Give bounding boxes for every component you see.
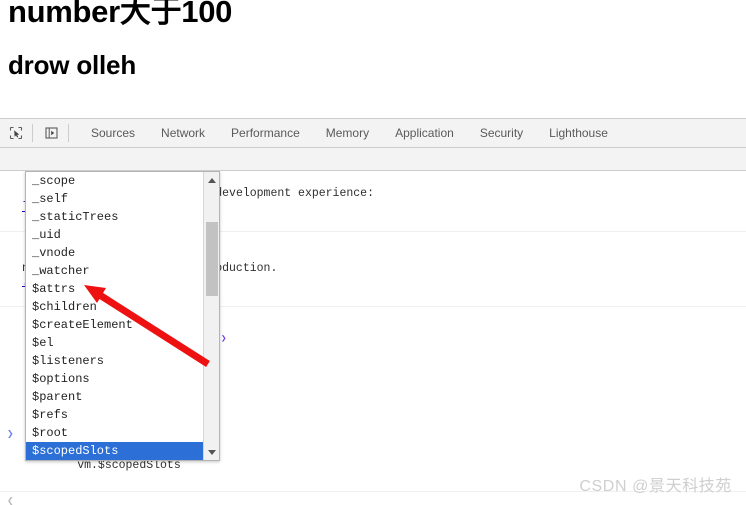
page-heading-number: number大于100 — [8, 0, 233, 29]
devtools-toolbar: Sources Network Performance Memory Appli… — [0, 119, 746, 148]
devtools-tab-strip: Sources Network Performance Memory Appli… — [78, 119, 621, 147]
screenshot-root: number大于100 drow olleh Sources Network P… — [0, 0, 746, 505]
autocomplete-popup[interactable]: _scope _self _staticTrees _uid _vnode _w… — [25, 171, 220, 461]
inspect-element-icon[interactable] — [3, 120, 29, 146]
page-heading-reversed: drow olleh — [8, 50, 137, 80]
tab-application[interactable]: Application — [382, 119, 467, 147]
autocomplete-item[interactable]: $root — [26, 424, 204, 442]
warning-icon — [4, 235, 16, 247]
toolbar-divider — [32, 124, 33, 142]
tab-performance[interactable]: Performance — [218, 119, 313, 147]
autocomplete-item[interactable]: _vnode — [26, 244, 204, 262]
chevron-right-icon[interactable]: ❯ — [221, 332, 226, 346]
scroll-up-arrow-icon[interactable] — [204, 172, 219, 188]
scrollbar-thumb[interactable] — [206, 222, 218, 296]
csdn-watermark: CSDN @景天科技苑 — [579, 478, 732, 495]
autocomplete-item[interactable]: $listeners — [26, 352, 204, 370]
console-filter-bar[interactable] — [0, 148, 746, 171]
autocomplete-item[interactable]: $children — [26, 298, 204, 316]
scroll-down-arrow-icon[interactable] — [204, 444, 219, 460]
autocomplete-item[interactable]: _scope — [26, 172, 204, 190]
tab-memory[interactable]: Memory — [313, 119, 382, 147]
toolbar-divider-2 — [68, 124, 69, 142]
web-page-content: number大于100 drow olleh — [0, 0, 746, 118]
devtools-panel: Sources Network Performance Memory Appli… — [0, 118, 746, 505]
autocomplete-item[interactable]: _uid — [26, 226, 204, 244]
autocomplete-scrollbar[interactable] — [203, 172, 219, 460]
autocomplete-item[interactable]: _self — [26, 190, 204, 208]
prompt-chevron-icon: ❯ — [7, 429, 14, 441]
autocomplete-item[interactable]: _watcher — [26, 262, 204, 280]
autocomplete-list[interactable]: _scope _self _staticTrees _uid _vnode _w… — [26, 172, 204, 460]
autocomplete-item[interactable]: $createElement — [26, 316, 204, 334]
tab-security[interactable]: Security — [467, 119, 536, 147]
tab-lighthouse[interactable]: Lighthouse — [536, 119, 621, 147]
console-output[interactable]: ension for a better development experien… — [0, 171, 746, 505]
tab-sources[interactable]: Sources — [78, 119, 148, 147]
device-toolbar-icon[interactable] — [39, 120, 65, 146]
autocomplete-item[interactable]: $el — [26, 334, 204, 352]
tab-network[interactable]: Network — [148, 119, 218, 147]
result-chevron-icon: ❮ — [7, 496, 14, 505]
autocomplete-item[interactable]: $attrs — [26, 280, 204, 298]
info-icon — [4, 174, 16, 186]
autocomplete-item-selected[interactable]: $scopedSlots — [26, 442, 204, 460]
autocomplete-item[interactable]: $options — [26, 370, 204, 388]
autocomplete-item[interactable]: _staticTrees — [26, 208, 204, 226]
autocomplete-item[interactable]: $parent — [26, 388, 204, 406]
autocomplete-item[interactable]: $refs — [26, 406, 204, 424]
